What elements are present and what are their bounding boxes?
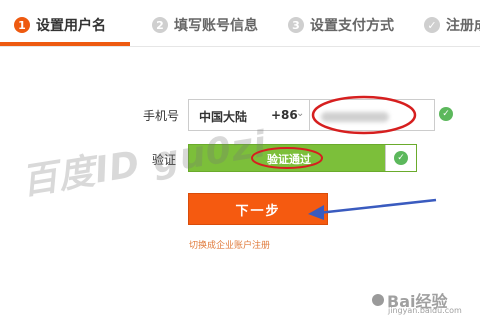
paw-icon: [372, 294, 384, 306]
annotation-arrow-line: [317, 198, 437, 215]
logo-url: jingyan.baidu.com: [388, 306, 462, 315]
annotation-arrow-head: [308, 205, 324, 220]
annotation-circle-phone: [311, 95, 417, 135]
annotation-circle-verify: [251, 147, 323, 169]
annotation-overlay: [251, 95, 437, 220]
